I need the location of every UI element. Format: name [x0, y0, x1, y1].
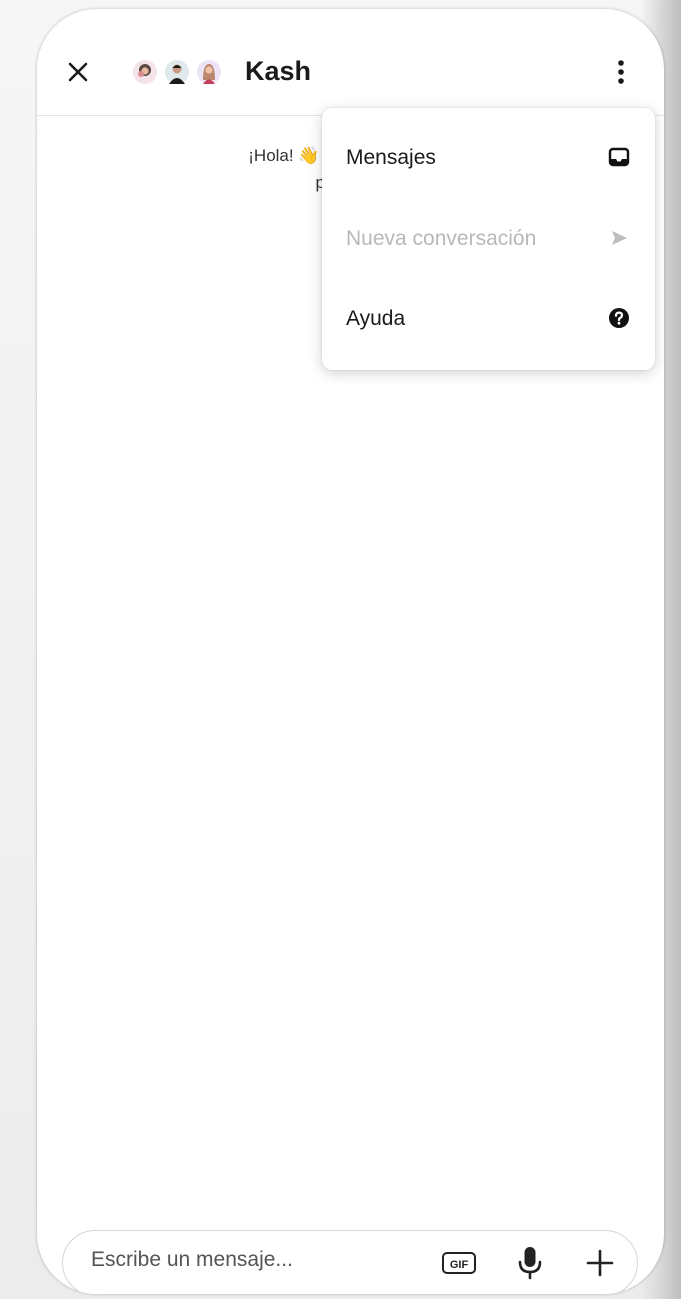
voice-button[interactable]: [515, 1245, 545, 1281]
send-icon: [612, 231, 627, 245]
chat-window: Kash ¡Hola! 👋 Bienvenido al Ce podemos M…: [37, 9, 664, 1294]
more-vertical-icon: [618, 60, 624, 84]
plus-icon: [586, 1249, 614, 1277]
inbox-icon: [608, 147, 630, 167]
avatar: [197, 60, 221, 84]
menu-item-label: Mensajes: [346, 146, 436, 169]
menu-item-label: Nueva conversación: [346, 227, 537, 250]
menu-item-nueva-conversacion[interactable]: Nueva conversación: [322, 209, 655, 269]
chat-title: Kash: [245, 56, 312, 86]
avatar: [165, 60, 189, 84]
options-menu: Mensajes Nueva conversación Ayuda: [322, 108, 655, 370]
gif-icon: GIF: [442, 1252, 476, 1274]
close-button[interactable]: [63, 57, 93, 87]
menu-item-ayuda[interactable]: Ayuda: [322, 289, 655, 349]
message-composer: GIF: [62, 1230, 638, 1294]
close-icon: [68, 62, 88, 82]
attach-button[interactable]: [585, 1248, 615, 1278]
more-options-button[interactable]: [609, 55, 633, 89]
gif-label: GIF: [450, 1259, 469, 1271]
menu-item-mensajes[interactable]: Mensajes: [322, 128, 655, 188]
avatar: [133, 60, 157, 84]
gif-button[interactable]: GIF: [441, 1249, 477, 1277]
team-avatars: [133, 57, 229, 87]
microphone-icon: [518, 1247, 542, 1280]
chat-header: Kash: [37, 9, 664, 116]
menu-item-label: Ayuda: [346, 307, 406, 330]
help-icon: [609, 308, 629, 328]
message-input[interactable]: [89, 1247, 393, 1273]
